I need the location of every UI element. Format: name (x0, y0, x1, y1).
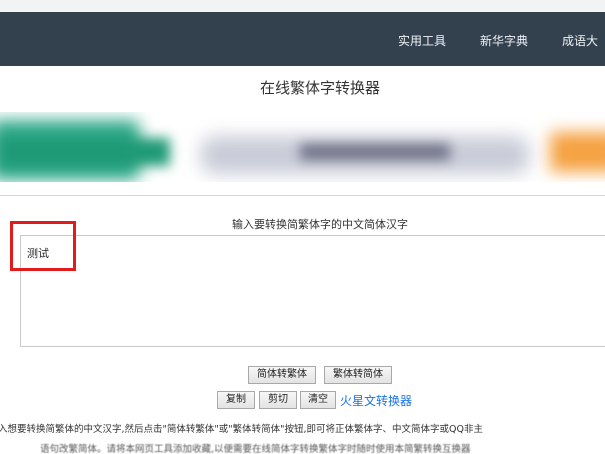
page-title: 在线繁体字转换器 (259, 79, 380, 97)
input-label: 输入要转换简繁体字的中文简体汉字 (232, 218, 408, 231)
converter-panel: 输入要转换简繁体字的中文简体汉字 测试 (0, 195, 605, 355)
text-input[interactable]: 测试 (20, 235, 605, 347)
copy-button[interactable]: 复制 (217, 391, 255, 409)
traditional-to-simplified-button[interactable]: 繁体转简体 (324, 366, 392, 384)
mars-text-converter-link[interactable]: 火星文转换器 (340, 392, 412, 409)
banner-shape (550, 132, 605, 172)
nav-item-dictionary[interactable]: 新华字典 (480, 32, 528, 49)
description-line-1: 入想要转换简繁体的中文汉字,然后点击"简体转繁体"或"繁体转简体"按钮,即可将正… (0, 424, 483, 435)
clear-button[interactable]: 清空 (300, 391, 336, 409)
browser-top-strip (0, 0, 605, 12)
banner-shape (0, 138, 170, 166)
simplified-to-traditional-button[interactable]: 简体转繁体 (248, 366, 316, 384)
banner-shape (300, 144, 450, 160)
nav-item-idioms[interactable]: 成语大 (562, 32, 598, 49)
ad-banner[interactable] (0, 112, 605, 182)
top-navbar: 实用工具 新华字典 成语大 (0, 12, 605, 66)
description-line-2: 语句改繁简体。请将本网页工具添加收藏,以便需要在线简体字转换繁体字时随时使用本简… (40, 444, 471, 454)
highlight-annotation (10, 221, 76, 271)
nav-item-tools[interactable]: 实用工具 (398, 32, 446, 49)
cut-button[interactable]: 剪切 (259, 391, 297, 409)
